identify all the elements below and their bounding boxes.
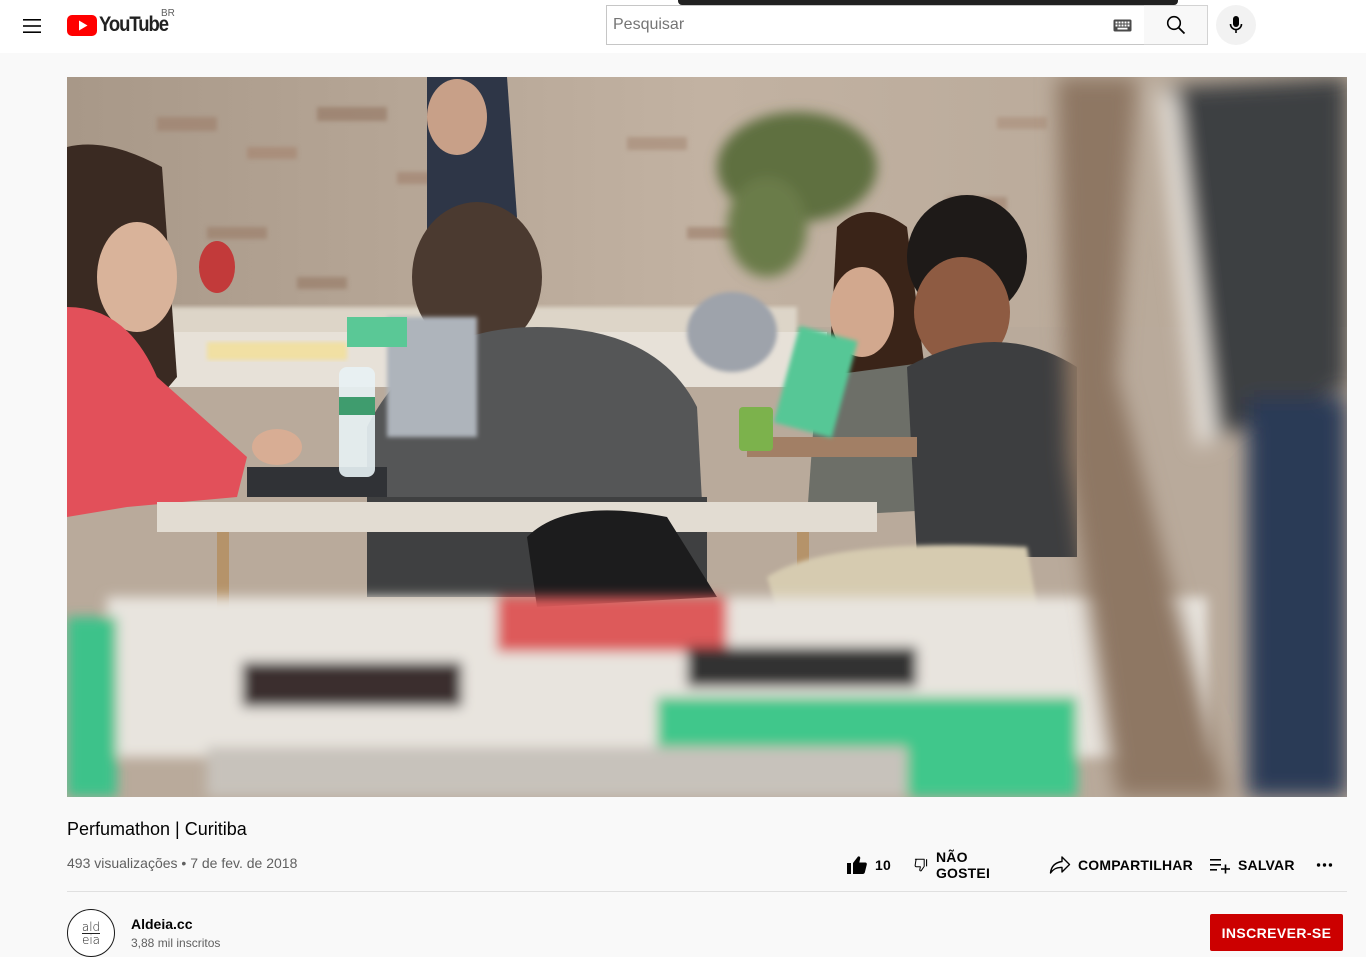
like-count: 10 [875, 857, 891, 873]
video-meta: 493 visualizações • 7 de fev. de 2018 [67, 855, 297, 871]
hamburger-menu-icon[interactable] [12, 6, 52, 46]
share-arrow-icon [1049, 856, 1071, 874]
avatar-text-top: ald [81, 919, 101, 934]
voice-search-button[interactable] [1216, 5, 1256, 45]
channel-avatar[interactable]: ald eia [67, 909, 115, 957]
divider [67, 891, 1347, 892]
logo-wordmark: YouTube [99, 13, 169, 36]
view-count: 493 visualizações [67, 855, 178, 871]
subscribe-button[interactable]: INSCREVER-SE [1210, 914, 1343, 951]
microphone-icon [1229, 16, 1243, 33]
youtube-logo[interactable]: YouTube BR [67, 8, 177, 37]
video-player[interactable] [67, 77, 1347, 797]
search-box [606, 5, 1145, 45]
subscriber-count: 3,88 mil inscritos [131, 936, 221, 950]
share-button[interactable]: COMPARTILHAR [1049, 852, 1193, 878]
search-button[interactable] [1144, 5, 1208, 45]
masthead: YouTube BR [0, 0, 1366, 53]
share-label: COMPARTILHAR [1078, 857, 1193, 873]
publish-date: 7 de fev. de 2018 [190, 855, 298, 871]
video-frame [67, 77, 1347, 797]
search-input[interactable] [607, 6, 1107, 44]
save-button[interactable]: SALVAR [1209, 852, 1295, 878]
channel-name[interactable]: Aldeia.cc [131, 916, 192, 932]
dislike-label: NÃO GOSTEI [935, 849, 991, 881]
more-horiz-icon [1316, 863, 1333, 867]
avatar-text-bottom: eia [81, 932, 101, 947]
search-icon [1166, 15, 1185, 35]
keyboard-icon[interactable] [1113, 19, 1132, 37]
video-title: Perfumathon | Curitiba [67, 819, 247, 839]
dislike-button[interactable]: NÃO GOSTEI [914, 849, 997, 881]
like-button[interactable]: 10 [846, 852, 891, 878]
playlist-add-icon [1210, 859, 1230, 874]
more-actions-button[interactable] [1316, 852, 1340, 878]
save-label: SALVAR [1238, 857, 1295, 873]
thumbs-down-icon [914, 858, 928, 872]
thumbs-up-icon [847, 856, 867, 874]
meta-separator: • [181, 855, 187, 871]
country-code: BR [161, 8, 175, 19]
youtube-play-icon [67, 14, 97, 36]
